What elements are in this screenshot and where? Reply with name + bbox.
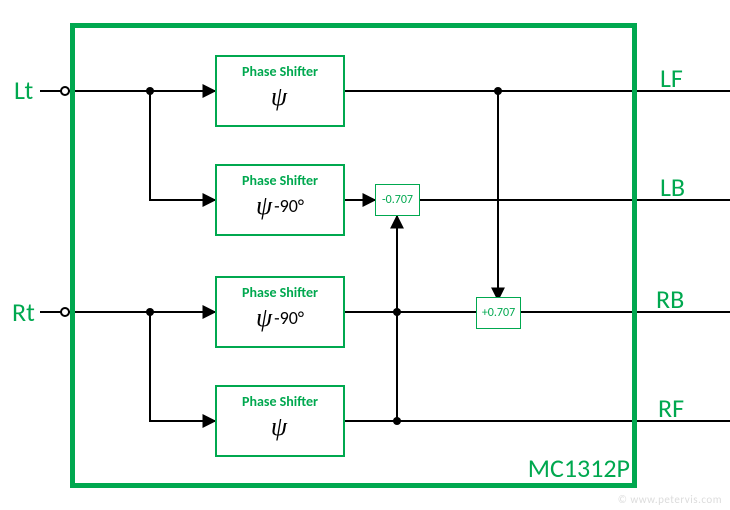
watermark: © www.petervis.com — [618, 493, 722, 506]
phase-shifter-2: Phase Shifter ψ-90° — [215, 164, 345, 236]
phase-shifter-1-symbol: ψ — [217, 82, 343, 112]
diagram-canvas: Phase Shifter ψ Phase Shifter ψ-90° Phas… — [0, 0, 730, 510]
node-rf-tap — [393, 417, 401, 425]
phase-shifter-3-symbol: ψ-90° — [217, 303, 343, 333]
node-lf-tap — [494, 87, 502, 95]
node-lt-split — [146, 87, 154, 95]
port-rt-terminal — [60, 307, 70, 317]
port-lt-terminal — [60, 86, 70, 96]
phase-shifter-4: Phase Shifter ψ — [215, 385, 345, 457]
chip-outline — [70, 23, 637, 488]
phase-shifter-1: Phase Shifter ψ — [215, 55, 345, 127]
port-label-lb: LB — [660, 171, 685, 203]
phase-shifter-3: Phase Shifter ψ-90° — [215, 276, 345, 348]
phase-shifter-1-title: Phase Shifter — [217, 63, 343, 80]
chip-name: MC1312P — [528, 452, 630, 484]
port-label-rb: RB — [656, 283, 684, 315]
phase-shifter-4-symbol: ψ — [217, 412, 343, 442]
phase-shifter-3-title: Phase Shifter — [217, 284, 343, 301]
phase-shifter-4-title: Phase Shifter — [217, 393, 343, 410]
phase-shifter-2-symbol: ψ-90° — [217, 191, 343, 221]
phase-shifter-2-title: Phase Shifter — [217, 172, 343, 189]
gain-rb: +0.707 — [476, 297, 521, 329]
port-label-lf: LF — [660, 62, 683, 94]
port-label-rf: RF — [658, 392, 684, 424]
node-rt-split — [146, 308, 154, 316]
port-label-lt: Lt — [14, 74, 33, 106]
node-ps3-tap — [393, 308, 401, 316]
port-label-rt: Rt — [12, 296, 35, 328]
gain-lb: -0.707 — [375, 184, 420, 216]
